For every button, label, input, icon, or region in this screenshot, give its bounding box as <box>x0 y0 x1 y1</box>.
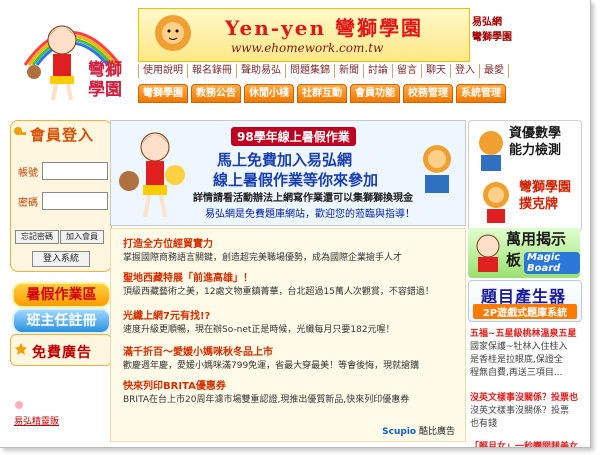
news-title[interactable]: 聖地西藏特展「前進高雄」！ <box>123 269 434 284</box>
key-icon <box>14 127 26 135</box>
banner-url: www.ehomework.com.tw <box>231 41 384 55</box>
password-label: 密碼 <box>18 198 38 209</box>
money-bag-icon <box>423 145 451 193</box>
top-link-guestbook[interactable]: 留言 <box>393 64 422 78</box>
news-item[interactable]: 打造全方位經貿實力 掌握國際商務語言關鍵，創造超完美職場優勢，成為國際企業搶手人… <box>123 235 402 263</box>
account-label: 帳號 <box>18 168 38 179</box>
free-ads-title: 免費廣告 <box>32 345 92 361</box>
news-title[interactable]: 快來列印BRITA優惠券 <box>123 377 409 392</box>
news-title[interactable]: 打造全方位經貿實力 <box>123 235 402 250</box>
tab-leisure[interactable]: 休閒小棧 <box>244 84 294 103</box>
right-ad-desc: 是香桂是拉眼底,保證全 <box>470 355 563 365</box>
poker-line2: 撲克牌 <box>519 197 559 212</box>
login-title: 會員登入 <box>30 126 95 144</box>
password-input[interactable] <box>42 192 108 210</box>
right-ad-desc: 也有錢 <box>470 419 498 429</box>
scupio-label: 酷比廣告 <box>418 427 455 437</box>
scupio-brand: Scupio <box>382 427 417 437</box>
tab-school[interactable]: 彎獅學園 <box>138 84 188 103</box>
join-member-button[interactable]: 加入會員 <box>60 230 104 244</box>
top-link-support[interactable]: 聲助易弘 <box>237 64 286 78</box>
news-desc: 掌握國際商務語言關鍵，創造超完美職場優勢，成為國際企業搶手人才 <box>123 253 403 263</box>
news-desc: 頂級西藏藝術之美，12處文物重鎮菁華，台北超過15萬人次觀賞，不容錯過！ <box>123 287 434 297</box>
side-link-ehomework[interactable]: 易弘網 <box>472 15 512 30</box>
math-test-title: 資優數學 能力檢測 <box>509 125 561 159</box>
login-button[interactable]: 登入系統 <box>32 251 90 267</box>
scupio-ad-label[interactable]: Scupio 酷比廣告 <box>382 424 455 437</box>
site-logo[interactable]: 彎獅學園 <box>20 10 130 105</box>
magic-board-subtitle: Magic Board <box>524 252 580 274</box>
news-title[interactable]: 滿千折百～愛媛小媽咪秋冬品上市 <box>123 343 419 358</box>
page-frame: 彎獅學園 Yen-yen 彎獅學園 www.ehomework.com.tw 易… <box>0 0 591 448</box>
forgot-password-button[interactable]: 忘記密碼 <box>15 230 59 244</box>
campaign-headline: 98學年線上暑假作業 <box>231 127 356 146</box>
right-ad-desc: 沒英文樣事沒關係？投票 <box>470 406 570 416</box>
top-link-usage[interactable]: 使用說明 <box>138 64 188 78</box>
question-generator-subtitle: 2P遊戲式題庫系統 <box>473 304 577 319</box>
news-item[interactable]: 滿千折百～愛媛小媽咪秋冬品上市 歡慶週年慶，愛媛小媽咪滿799免運，省最大穿最美… <box>123 343 419 371</box>
poker-title: 彎獅學園 撲克牌 <box>519 179 571 213</box>
right-ad-desc: 國家保護~牡林入住桂入 <box>470 342 568 352</box>
side-link-school[interactable]: 彎獅學園 <box>472 30 512 45</box>
news-desc: 歡慶週年慶，愛媛小媽咪滿799免運，省最大穿最美！等會後悔，現就搶購 <box>123 361 420 371</box>
tab-member[interactable]: 會員功能 <box>350 84 400 103</box>
pixie-icon <box>15 401 23 409</box>
right-ads-list: 五福~五星級桃林溫泉五星 國家保護~牡林入住桂入 是香桂是拉眼底,保證全 程無自… <box>470 326 582 447</box>
top-link-chat[interactable]: 聊天 <box>422 64 451 78</box>
poker-line1: 彎獅學園 <box>519 180 572 195</box>
class-teacher-register-button[interactable]: 班主任註冊 <box>12 308 111 334</box>
board-mascot-icon <box>476 234 500 272</box>
campaign-line4: 易弘網是免費題庫網站，歡迎您的蒞臨與指導！ <box>205 209 415 220</box>
question-generator-banner[interactable]: 題目產生器 2P遊戲式題庫系統 <box>468 280 582 322</box>
top-link-faq[interactable]: 問題集錦 <box>286 64 335 78</box>
tab-school-admin[interactable]: 校務管理 <box>403 84 453 103</box>
top-links-bar: 使用說明 報名錄冊 聲助易弘 問題集錦 新聞 討論 留言 聊天 登入 最愛 <box>138 64 509 78</box>
math-test-line1: 資優數學 <box>509 126 562 141</box>
top-link-login[interactable]: 登入 <box>451 64 480 78</box>
right-ad-title[interactable]: 「輕月女」一秒變開腿美女 <box>470 439 582 447</box>
news-desc: BRITA在台上市20周年濾市場雙重認證,現推出優質新品,快來列印優惠券 <box>123 395 410 405</box>
news-desc: 速度升級更順暢，現在辦So-net正是時候，光纖每月只要182元喔！ <box>123 325 395 335</box>
news-item[interactable]: 快來列印BRITA優惠券 BRITA在台上市20周年濾市場雙重認證,現推出優質新… <box>123 377 409 405</box>
pixie-shop-link[interactable]: 易弘精靈販 <box>14 414 59 427</box>
right-ad-title[interactable]: 沒英文樣事沒關係？投票也 <box>470 390 582 403</box>
banner-title: Yen-yen 彎獅學園 <box>225 16 423 40</box>
top-link-news[interactable]: 新聞 <box>335 64 364 78</box>
news-panel: 打造全方位經貿實力 掌握國際商務語言關鍵，創造超完美職場優勢，成為國際企業搶手人… <box>110 228 466 442</box>
right-ad-desc: 程無自費,再送三項目... <box>470 368 563 378</box>
news-title[interactable]: 光纖上網7元有找!? <box>123 307 395 322</box>
header-banner[interactable]: Yen-yen 彎獅學園 www.ehomework.com.tw <box>138 8 470 62</box>
math-test-line2: 能力檢測 <box>509 143 562 158</box>
campaign-line3: 詳情請看活動辦法上網寫作業還可以集獅獅換現金 <box>193 193 413 204</box>
campaign-line1: 馬上免費加入易弘網 <box>217 151 353 169</box>
lion-mascot-icon <box>155 15 191 51</box>
logo-text: 彎獅學園 <box>88 60 122 100</box>
star-icon <box>15 343 27 355</box>
right-ad-title[interactable]: 五福~五星級桃林溫泉五星 <box>470 326 582 339</box>
tab-community[interactable]: 社群互動 <box>297 84 347 103</box>
robot-mascot-icon <box>479 131 503 171</box>
math-test-banner[interactable]: 資優數學 能力檢測 彎獅學園 撲克牌 <box>468 120 582 232</box>
summer-homework-button[interactable]: 暑假作業區 <box>12 282 111 308</box>
tab-announcements[interactable]: 教務公告 <box>191 84 241 103</box>
account-input[interactable] <box>42 162 108 180</box>
magic-board-banner[interactable]: 萬用揭示板 Magic Board <box>468 228 580 278</box>
top-link-favorite[interactable]: 最愛 <box>480 64 509 78</box>
girl-mascot-icon <box>119 132 185 218</box>
top-link-register[interactable]: 報名錄冊 <box>188 64 237 78</box>
campaign-line2: 線上暑假作業等你來參加 <box>213 171 379 189</box>
news-item[interactable]: 聖地西藏特展「前進高雄」！ 頂級西藏藝術之美，12處文物重鎮菁華，台北超過15萬… <box>123 269 434 297</box>
poker-mascot-icon <box>483 182 509 223</box>
top-link-forum[interactable]: 討論 <box>364 64 393 78</box>
news-item[interactable]: 光纖上網7元有找!? 速度升級更順暢，現在辦So-net正是時候，光纖每月只要1… <box>123 307 395 335</box>
header-side-links: 易弘網 彎獅學園 <box>472 15 512 45</box>
summer-campaign-banner[interactable]: 98學年線上暑假作業 馬上免費加入易弘網 線上暑假作業等你來參加 詳情請看活動辦… <box>110 120 466 226</box>
main-nav-tabs: 彎獅學園 教務公告 休閒小棧 社群互動 會員功能 校務管理 系統管理 <box>138 84 506 103</box>
tab-system-admin[interactable]: 系統管理 <box>456 84 506 103</box>
